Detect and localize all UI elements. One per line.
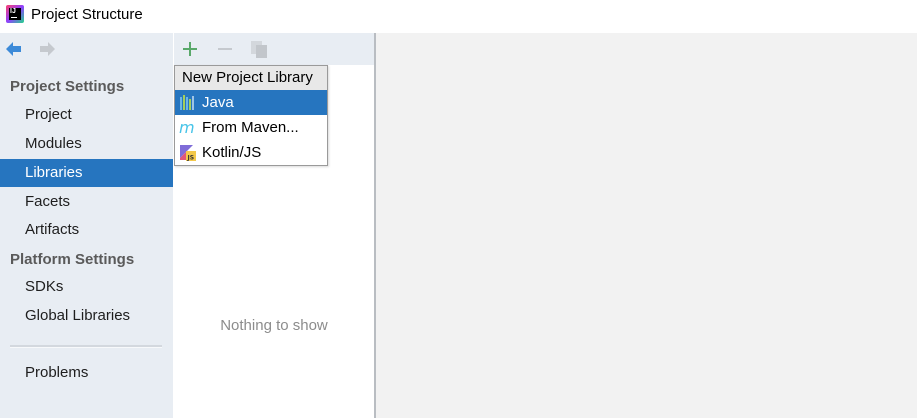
popup-item-label: Kotlin/JS xyxy=(202,144,262,161)
popup-item-label: Java xyxy=(202,94,234,111)
sidebar-item-artifacts[interactable]: Artifacts xyxy=(0,216,173,244)
remove-icon[interactable] xyxy=(216,40,234,58)
popup-item-label: From Maven... xyxy=(202,119,299,136)
new-project-library-popup: New Project Library Java m From Maven...… xyxy=(174,65,328,166)
sidebar-item-sdks[interactable]: SDKs xyxy=(0,273,173,301)
kotlin-js-icon: JS xyxy=(180,145,196,162)
sidebar-item-modules[interactable]: Modules xyxy=(0,130,173,158)
svg-text:JS: JS xyxy=(187,155,195,162)
back-arrow-icon[interactable] xyxy=(4,39,24,59)
copy-icon[interactable] xyxy=(249,39,269,59)
forward-arrow-icon[interactable] xyxy=(37,39,57,59)
svg-text:m: m xyxy=(179,119,195,136)
popup-item-from-maven[interactable]: m From Maven... xyxy=(175,115,327,140)
maven-icon: m xyxy=(179,119,195,136)
sidebar-item-libraries[interactable]: Libraries xyxy=(0,159,173,187)
sidebar-item-problems[interactable]: Problems xyxy=(0,359,173,387)
add-icon[interactable] xyxy=(181,40,199,58)
details-panel xyxy=(376,33,917,418)
libraries-toolbar xyxy=(174,33,374,65)
popup-title: New Project Library xyxy=(175,66,327,90)
title-bar: IJ Project Structure xyxy=(0,0,917,32)
platform-settings-header: Platform Settings xyxy=(10,251,135,268)
project-settings-header: Project Settings xyxy=(10,78,125,95)
java-library-icon xyxy=(180,95,194,110)
sidebar-item-project[interactable]: Project xyxy=(0,101,173,129)
nav-toolbar xyxy=(0,33,173,65)
intellij-app-icon: IJ xyxy=(6,5,24,23)
popup-item-kotlin-js[interactable]: JS Kotlin/JS xyxy=(175,140,327,165)
window-title: Project Structure xyxy=(31,6,143,23)
sidebar-item-global-libraries[interactable]: Global Libraries xyxy=(0,302,173,330)
sidebar-divider xyxy=(10,345,162,348)
sidebar: Project Settings Project Modules Librari… xyxy=(0,33,173,418)
sidebar-item-facets[interactable]: Facets xyxy=(0,188,173,216)
empty-state-text: Nothing to show xyxy=(220,317,328,334)
popup-item-java[interactable]: Java xyxy=(175,90,327,115)
